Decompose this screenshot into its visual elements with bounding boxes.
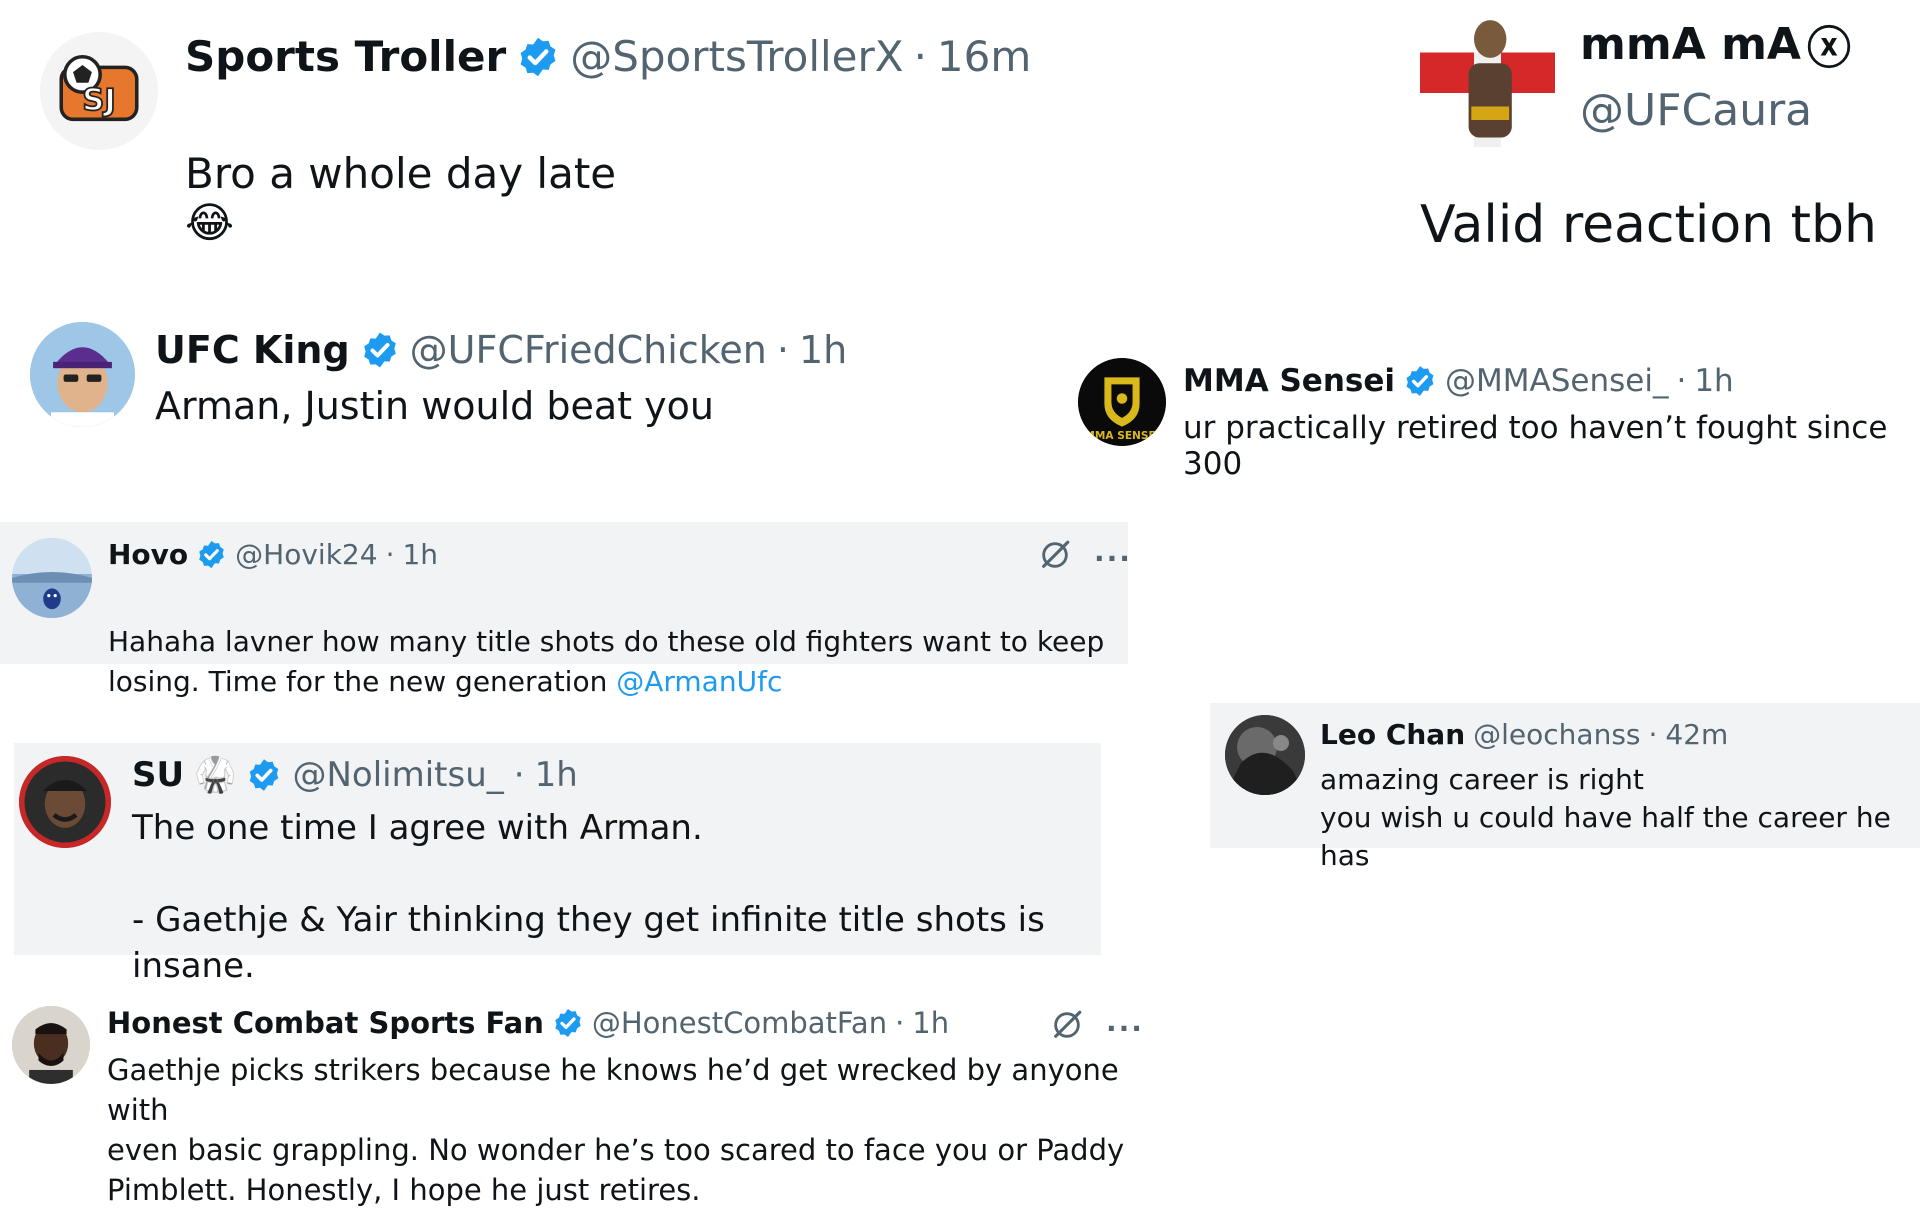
tweet-header: Sports Troller @SportsTrollerX · 16m <box>185 32 1031 81</box>
separator: · <box>776 328 789 372</box>
verified-badge-icon <box>246 757 282 793</box>
tweet-mma-ma: mmA mA ⓧ @UFCaura Valid reaction tbh <box>1400 0 1920 270</box>
separator: · <box>913 32 927 81</box>
avatar[interactable] <box>12 538 92 618</box>
avatar[interactable]: SJ <box>40 32 158 150</box>
tweet-text-content: Bro a whole day late <box>185 149 617 198</box>
timestamp[interactable]: 1h <box>535 755 578 795</box>
avatar[interactable] <box>1420 12 1555 147</box>
user-handle[interactable]: @Hovik24 <box>235 538 377 571</box>
separator: · <box>1676 363 1687 399</box>
timestamp[interactable]: 42m <box>1665 718 1728 751</box>
timestamp[interactable]: 1h <box>799 328 847 372</box>
tweet-ufc-king: UFC King @UFCFriedChicken · 1h Arman, Ju… <box>20 320 920 440</box>
user-handle[interactable]: @SportsTrollerX <box>570 32 903 81</box>
tweet-actions: ··· <box>1038 538 1132 579</box>
tweet-header: mmA mA ⓧ <box>1580 12 1851 76</box>
tweet-text: The one time I agree with Arman. - Gaeth… <box>132 808 1045 986</box>
tweet-header: Honest Combat Sports Fan @HonestCombatFa… <box>107 1006 949 1040</box>
more-options-icon[interactable]: ··· <box>1094 542 1132 575</box>
tweet-mma-sensei: MMA SENSEI MMA Sensei @MMASensei_ · 1h u… <box>1075 355 1920 482</box>
timestamp[interactable]: 16m <box>937 32 1031 81</box>
user-name[interactable]: MMA Sensei <box>1183 363 1395 399</box>
timestamp[interactable]: 1h <box>402 538 438 571</box>
grok-icon[interactable] <box>1038 538 1072 579</box>
tweet-sports-troller: SJ Sports Troller @SportsTrollerX · 16m … <box>30 20 1031 247</box>
mma-sensei-logo-text: MMA SENSEI <box>1084 430 1159 442</box>
user-handle[interactable]: @UFCFriedChicken <box>410 328 767 372</box>
tweet-text: Gaethje picks strikers because he knows … <box>107 1053 1125 1207</box>
user-name[interactable]: Leo Chan <box>1320 718 1465 751</box>
separator: · <box>1648 718 1658 751</box>
fighter-flag-avatar-icon <box>1420 20 1555 147</box>
dark-photo-avatar-icon <box>1225 715 1305 795</box>
tweet-text: Bro a whole day late 😂 <box>185 100 616 247</box>
tweet-header: MMA Sensei @MMASensei_ · 1h <box>1183 363 1734 399</box>
tweet-handle-row: @UFCaura <box>1580 85 1812 136</box>
user-name[interactable]: Honest Combat Sports Fan <box>107 1006 544 1040</box>
tweet-honest-combat-sports-fan: Honest Combat Sports Fan @HonestCombatFa… <box>0 1000 1142 1207</box>
mention-link[interactable]: @ArmanUfc <box>616 665 782 698</box>
tweet-hovo: Hovo @Hovik24 · 1h ··· Hahaha lavner how… <box>0 522 1130 698</box>
avatar[interactable] <box>12 1006 90 1084</box>
tweet-header: Hovo @Hovik24 · 1h <box>108 538 438 571</box>
user-handle[interactable]: @Nolimitsu_ <box>292 755 503 795</box>
user-name[interactable]: Hovo <box>108 538 188 571</box>
user-name[interactable]: mmA mA <box>1580 19 1801 70</box>
user-handle[interactable]: @leochanss <box>1473 718 1640 751</box>
sports-troller-logo-icon: SJ <box>40 32 158 150</box>
user-name[interactable]: UFC King <box>155 328 350 372</box>
separator: · <box>513 755 525 795</box>
mma-sensei-badge-logo-icon: MMA SENSEI <box>1078 358 1166 446</box>
more-options-icon[interactable]: ··· <box>1106 1012 1144 1045</box>
tweet-text: Arman, Justin would beat you <box>155 384 714 428</box>
verified-badge-icon <box>516 35 560 79</box>
timestamp[interactable]: 1h <box>1694 363 1733 399</box>
user-handle[interactable]: @MMASensei_ <box>1445 363 1668 399</box>
man-purple-cap-avatar-icon <box>30 322 135 427</box>
man-red-ring-avatar-icon <box>19 756 111 848</box>
user-name[interactable]: Sports Troller <box>185 32 506 81</box>
bird-landscape-avatar-icon <box>12 538 92 618</box>
tweet-text: Hahaha lavner how many title shots do th… <box>108 582 1104 702</box>
tweet-text: ur practically retired too haven’t fough… <box>1183 410 1888 482</box>
tweet-leo-chan: Leo Chan @leochanss · 42m amazing career… <box>1210 703 1920 872</box>
tweet-text: amazing career is right you wish u could… <box>1320 763 1891 872</box>
grok-icon[interactable] <box>1050 1008 1084 1049</box>
separator: · <box>895 1006 905 1040</box>
avatar[interactable] <box>1225 715 1305 795</box>
avatar[interactable] <box>30 322 135 427</box>
verified-badge-icon <box>552 1007 584 1039</box>
verified-badge-icon <box>196 539 227 570</box>
user-name[interactable]: SU <box>132 755 184 795</box>
timestamp[interactable]: 1h <box>912 1006 949 1040</box>
tweet-text: Valid reaction tbh <box>1420 195 1878 255</box>
tweet-header: UFC King @UFCFriedChicken · 1h <box>155 328 847 372</box>
tweet-header: SU 🥋 @Nolimitsu_ · 1h <box>132 755 578 795</box>
tweet-text-content: Hahaha lavner how many title shots do th… <box>108 625 1105 698</box>
avatar[interactable] <box>19 756 111 848</box>
tweet-su: SU 🥋 @Nolimitsu_ · 1h The one time I agr… <box>14 743 1101 986</box>
x-symbol-icon: ⓧ <box>1806 23 1851 74</box>
separator: · <box>385 538 395 571</box>
martial-arts-uniform-icon: 🥋 <box>194 755 237 795</box>
svg-text:SJ: SJ <box>82 83 116 118</box>
laughing-emoji: 😂 <box>185 198 235 247</box>
avatar[interactable]: MMA SENSEI <box>1078 358 1166 446</box>
man-portrait-avatar-icon <box>12 1006 90 1084</box>
verified-badge-icon <box>360 330 400 370</box>
tweet-actions: ··· <box>1050 1008 1144 1049</box>
user-handle[interactable]: @UFCaura <box>1580 85 1812 136</box>
user-handle[interactable]: @HonestCombatFan <box>592 1006 887 1040</box>
tweet-header: Leo Chan @leochanss · 42m <box>1320 718 1728 751</box>
verified-badge-icon <box>1403 364 1437 398</box>
